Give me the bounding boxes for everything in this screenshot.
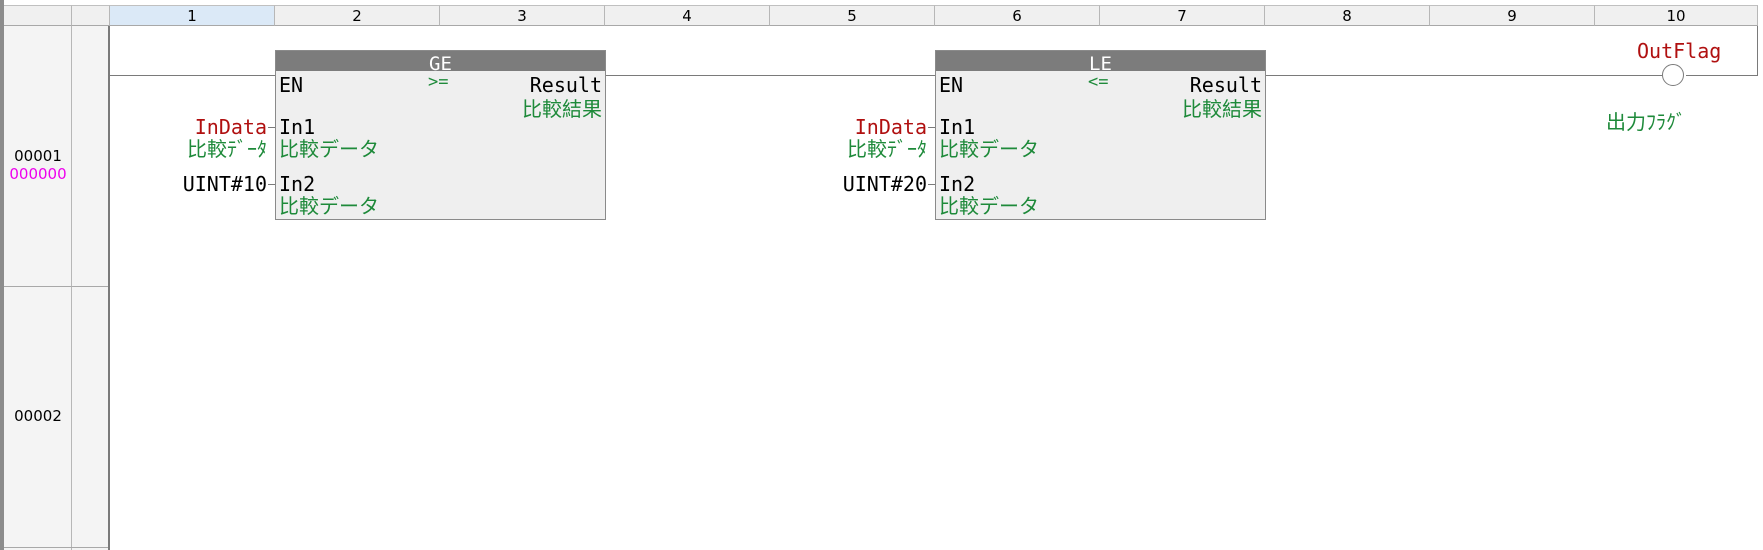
rung-line (110, 75, 275, 76)
column-header-1[interactable]: 1 (110, 5, 275, 26)
in1-variable[interactable]: InData (140, 116, 267, 138)
in1-pin-label: In1 (939, 115, 976, 139)
column-header-6[interactable]: 6 (935, 5, 1100, 26)
column-header-8[interactable]: 8 (1265, 5, 1430, 26)
in1-variable[interactable]: InData (800, 116, 927, 138)
in2-constant[interactable]: UINT#20 (800, 173, 927, 195)
rung-line (605, 75, 935, 76)
block-name: GE (276, 51, 605, 71)
output-pin-comment: 比較結果 (522, 97, 602, 121)
coil-icon[interactable] (1662, 64, 1684, 86)
in2-constant[interactable]: UINT#10 (140, 173, 267, 195)
pin-stub (928, 184, 935, 185)
block-operator: >= (428, 72, 449, 92)
output-pin-label: Result (529, 73, 602, 97)
coil-comment: 出力ﾌﾗｸﾞ (1606, 110, 1686, 134)
header-corner (4, 5, 72, 26)
in1-pin-comment: 比較データ (279, 137, 379, 161)
in2-pin-label: In2 (939, 172, 976, 196)
pin-stub (928, 127, 935, 128)
pin-stub (268, 127, 275, 128)
in1-variable-comment: 比較ﾃﾞｰﾀ (187, 137, 267, 161)
in2-pin-comment: 比較データ (279, 194, 379, 218)
in2-pin-comment: 比較データ (939, 194, 1039, 218)
coil-variable[interactable]: OutFlag (1637, 40, 1721, 62)
block-name: LE (936, 51, 1265, 71)
row-number: 00001 (14, 147, 62, 165)
header-corner-2 (72, 5, 110, 26)
row-gutter-2 (72, 287, 109, 550)
rung-line (1686, 75, 1758, 76)
in1-pin-comment: 比較データ (939, 137, 1039, 161)
rung-line (1265, 75, 1662, 76)
column-header-4[interactable]: 4 (605, 5, 770, 26)
block-operator: <= (1088, 72, 1109, 92)
left-power-rail (108, 26, 110, 550)
right-power-rail (1757, 26, 1758, 76)
output-pin-comment: 比較結果 (1182, 97, 1262, 121)
in1-variable-comment: 比較ﾃﾞｰﾀ (847, 137, 927, 161)
row-address: 000000 (9, 165, 67, 183)
en-pin-label: EN (939, 73, 964, 97)
column-header-7[interactable]: 7 (1100, 5, 1265, 26)
pin-stub (268, 184, 275, 185)
output-pin-label: Result (1189, 73, 1262, 97)
column-header-2[interactable]: 2 (275, 5, 440, 26)
in1-pin-label: In1 (279, 115, 316, 139)
row-gutter-1 (72, 26, 109, 287)
column-header-3[interactable]: 3 (440, 5, 605, 26)
row-bottom-divider (4, 547, 110, 548)
column-header-5[interactable]: 5 (770, 5, 935, 26)
in2-pin-label: In2 (279, 172, 316, 196)
column-header-10[interactable]: 10 (1595, 5, 1758, 26)
column-header-9[interactable]: 9 (1430, 5, 1595, 26)
en-pin-label: EN (279, 73, 304, 97)
row-number: 00002 (14, 407, 62, 425)
